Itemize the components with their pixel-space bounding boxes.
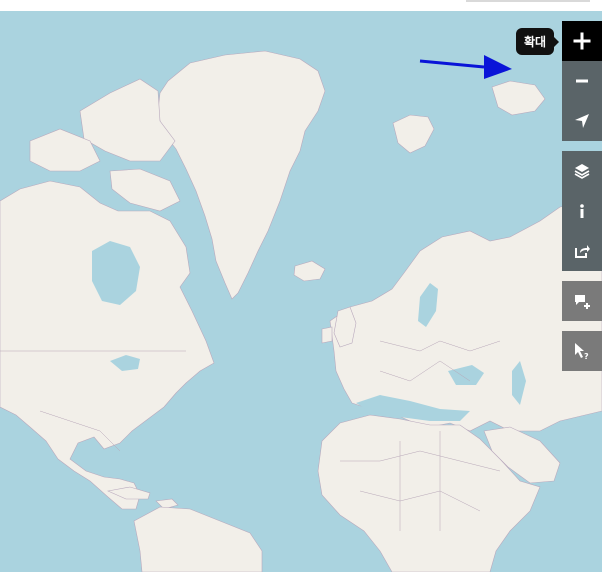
layers-button[interactable] xyxy=(562,151,602,191)
add-note-button[interactable] xyxy=(562,281,602,321)
locate-button[interactable] xyxy=(562,101,602,141)
zoom-in-tooltip: 확대 xyxy=(516,28,560,55)
add-note-icon xyxy=(575,295,590,309)
top-bar xyxy=(0,0,602,11)
plus-icon xyxy=(573,32,591,50)
share-icon xyxy=(575,245,590,258)
zoom-out-button[interactable] xyxy=(562,61,602,101)
share-button[interactable] xyxy=(562,231,602,271)
zoom-in-button[interactable] xyxy=(562,21,602,61)
info-icon xyxy=(580,204,584,218)
minus-icon xyxy=(576,79,588,83)
top-bar-tab[interactable] xyxy=(466,0,590,2)
location-arrow-icon xyxy=(575,114,589,128)
info-button[interactable] xyxy=(562,191,602,231)
query-features-button[interactable]: ? xyxy=(562,331,602,371)
annotation-arrow xyxy=(419,55,512,79)
map-view[interactable] xyxy=(0,11,602,572)
tooltip-text: 확대 xyxy=(524,35,547,49)
layers-icon xyxy=(574,164,590,179)
query-features-icon: ? xyxy=(575,343,589,360)
svg-text:?: ? xyxy=(584,352,589,360)
